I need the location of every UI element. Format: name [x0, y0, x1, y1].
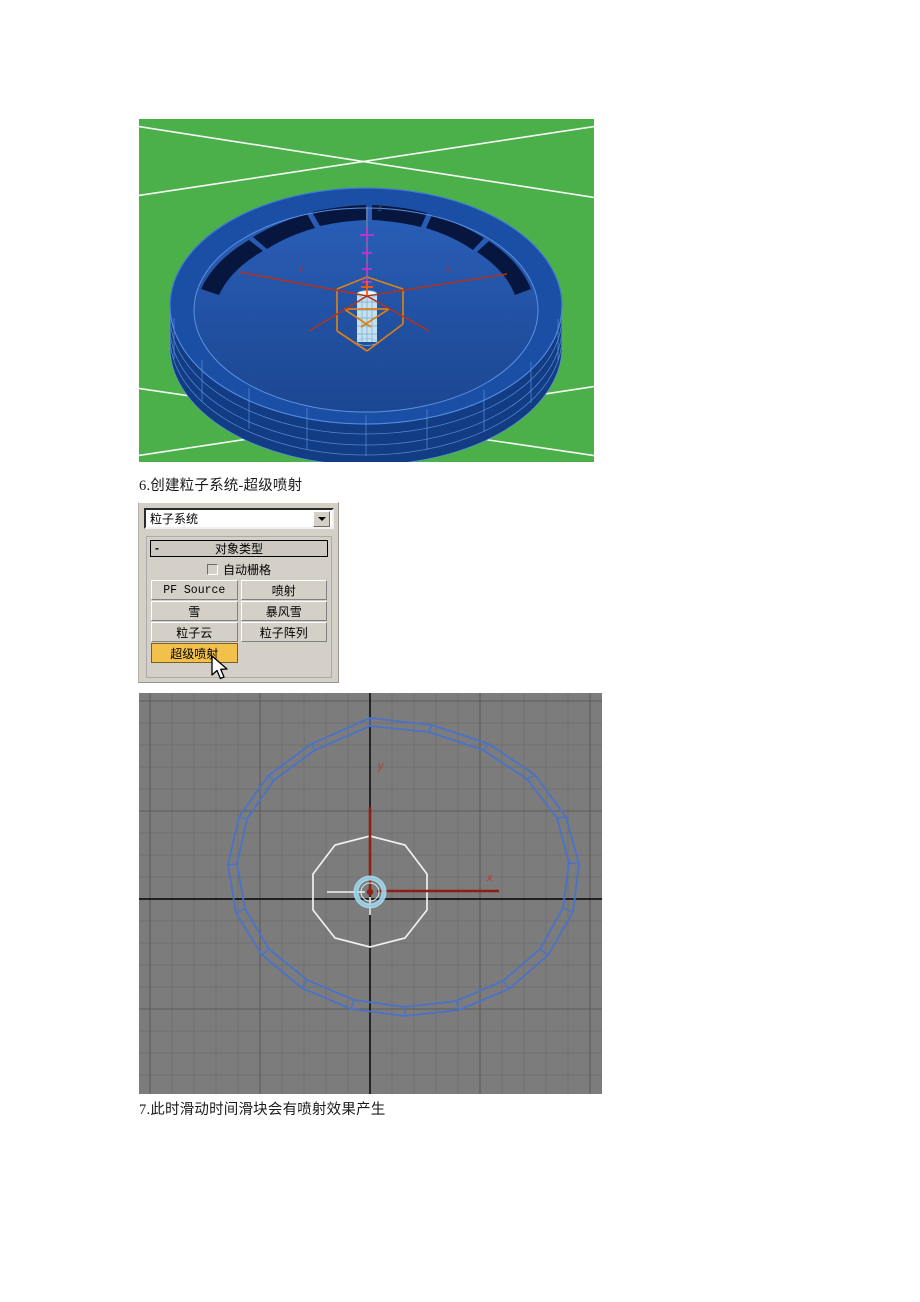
category-dropdown-value: 粒子系统 [150, 512, 199, 526]
rollout-collapse-glyph[interactable]: - [155, 541, 159, 556]
object-button-pf-source[interactable]: PF Source [151, 580, 238, 600]
object-button-spray[interactable]: 喷射 [240, 580, 327, 600]
top-viewport: y x [139, 693, 602, 1094]
object-button-blizzard[interactable]: 暴风雪 [240, 601, 327, 621]
rollout-title-label: 对象类型 [214, 542, 263, 556]
step-caption-6: 6.创建粒子系统-超级喷射 [139, 478, 303, 494]
object-button-pcloud[interactable]: 粒子云 [151, 622, 238, 642]
axis-label-y: y [299, 264, 303, 273]
autogrid-label: 自动栅格 [222, 562, 271, 577]
object-button-super-spray[interactable]: 超级喷射 [151, 643, 238, 663]
axis-label-z: z [378, 204, 382, 213]
page-canvas: z x y 6.创建粒子系统-超级喷射 粒子系统 - 对象类型 自动栅格 PF … [0, 0, 920, 1302]
object-type-rollout: - 对象类型 自动栅格 PF Source 喷射 雪 暴风雪 粒子云 粒子阵列 … [146, 536, 332, 678]
autogrid-checkbox[interactable] [206, 563, 218, 575]
object-type-button-grid: PF Source 喷射 雪 暴风雪 粒子云 粒子阵列 超级喷射 [151, 580, 327, 663]
rollout-header[interactable]: - 对象类型 [150, 540, 328, 557]
object-button-snow[interactable]: 雪 [151, 601, 238, 621]
object-button-empty [240, 643, 327, 663]
chevron-down-icon[interactable] [313, 510, 330, 527]
perspective-viewport: z x y [139, 119, 594, 462]
command-panel: 粒子系统 - 对象类型 自动栅格 PF Source 喷射 雪 暴风雪 粒子云 … [138, 502, 339, 683]
autogrid-row[interactable]: 自动栅格 [147, 559, 331, 579]
category-dropdown[interactable]: 粒子系统 [144, 508, 334, 529]
object-button-parray[interactable]: 粒子阵列 [240, 622, 327, 642]
step-caption-7: 7.此时滑动时间滑块会有喷射效果产生 [139, 1102, 386, 1118]
top-viewport-svg: y x [139, 693, 602, 1094]
axis-label-x: x [446, 264, 450, 273]
axis-label-x: x [486, 872, 493, 884]
perspective-viewport-svg: z x y [139, 119, 594, 462]
